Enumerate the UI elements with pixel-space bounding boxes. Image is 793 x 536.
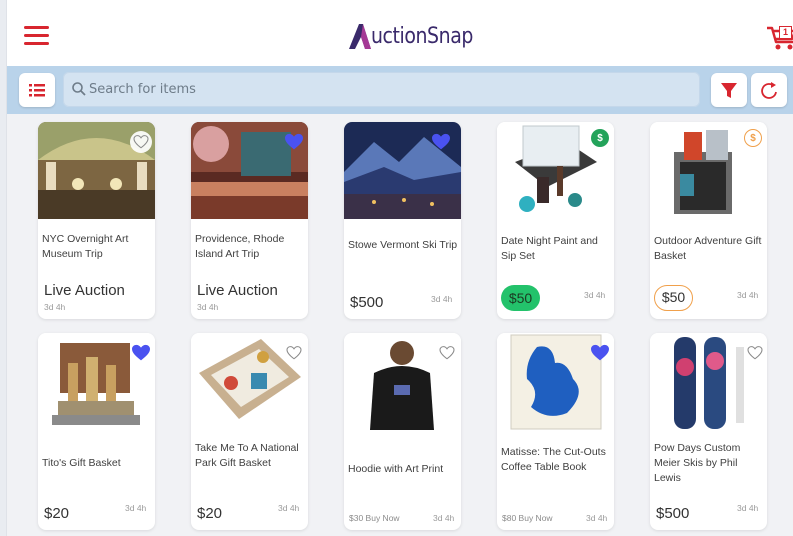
item-title: Stowe Vermont Ski Trip <box>348 239 458 251</box>
item-buy-now[interactable]: $30 Buy Now <box>349 513 400 523</box>
badge-text: $ <box>597 132 603 144</box>
item-title: Hoodie with Art Print <box>348 463 444 475</box>
item-time-left: 3d 4h <box>278 503 300 513</box>
item-title: Date Night Paint and Sip Set <box>501 235 598 262</box>
logo-a-icon <box>349 24 371 49</box>
cart-count-badge: 1 <box>779 26 792 39</box>
item-title: Outdoor Adventure Gift Basket <box>654 235 762 262</box>
app-logo[interactable]: uctionSnap <box>347 19 490 53</box>
logo-text: uctionSnap <box>371 23 473 49</box>
menu-icon[interactable] <box>24 26 49 46</box>
item-price-pill[interactable]: $50 <box>501 285 540 311</box>
list-view-button[interactable] <box>19 73 55 107</box>
item-title: Matisse: The Cut-Outs Coffee Table Book <box>501 446 606 473</box>
item-time-left: 3d 4h <box>431 294 453 304</box>
list-icon <box>29 84 45 97</box>
item-title: Pow Days Custom Meier Skis by Phil Lewis <box>654 442 741 484</box>
item-time-left: 3d 4h <box>584 290 606 300</box>
badge-text: $ <box>750 132 756 144</box>
item-time-left: 3d 4h <box>737 503 759 513</box>
item-time-left: 3d 4h <box>737 290 759 300</box>
cart-button[interactable]: 1 <box>765 22 793 52</box>
search-input[interactable] <box>87 72 687 107</box>
item-status: Live Auction <box>197 282 278 299</box>
item-card-titos-basket[interactable]: Tito's Gift Basket $20 3d 4h <box>38 333 155 530</box>
item-time-left: 3d 4h <box>125 503 147 513</box>
filter-icon <box>721 83 737 98</box>
dollar-badge-icon: $ <box>591 129 609 147</box>
item-card-providence-trip[interactable]: Providence, Rhode Island Art Trip Live A… <box>191 122 308 319</box>
item-time-left: 3d 4h <box>433 513 455 523</box>
item-title: Take Me To A National Park Gift Basket <box>195 442 299 469</box>
favorite-heart-icon[interactable] <box>430 131 452 153</box>
filter-button[interactable] <box>711 73 747 107</box>
refresh-icon <box>761 82 777 99</box>
item-title: Providence, Rhode Island Art Trip <box>195 233 285 260</box>
favorite-heart-icon[interactable] <box>130 342 152 364</box>
item-time-left: 3d 4h <box>586 513 608 523</box>
refresh-button[interactable] <box>751 73 787 107</box>
item-title: NYC Overnight Art Museum Trip <box>42 233 129 260</box>
search-box[interactable] <box>63 72 700 107</box>
item-card-nyc-art-trip[interactable]: NYC Overnight Art Museum Trip Live Aucti… <box>38 122 155 319</box>
item-price: $500 <box>350 294 384 311</box>
item-card-stowe-ski-trip[interactable]: Stowe Vermont Ski Trip $500 3d 4h <box>344 122 461 319</box>
favorite-heart-icon[interactable] <box>283 131 305 153</box>
item-buy-now[interactable]: $80 Buy Now <box>502 513 553 523</box>
favorite-heart-icon[interactable] <box>589 342 611 364</box>
favorite-heart-icon[interactable] <box>283 342 305 364</box>
top-bar: uctionSnap 1 <box>7 0 793 66</box>
item-status: Live Auction <box>44 282 125 299</box>
item-time-left: 3d 4h <box>197 302 219 312</box>
item-time-left: 3d 4h <box>44 302 66 312</box>
item-card-national-park-basket[interactable]: Take Me To A National Park Gift Basket $… <box>191 333 308 530</box>
item-card-paint-sip-set[interactable]: $ Date Night Paint and Sip Set $50 3d 4h <box>497 122 614 319</box>
favorite-heart-icon[interactable] <box>744 342 766 364</box>
app-frame: uctionSnap 1 Search for items NYC Overni… <box>6 0 793 536</box>
favorite-heart-icon[interactable] <box>436 342 458 364</box>
search-icon <box>72 82 86 96</box>
item-card-hoodie[interactable]: Hoodie with Art Print $30 Buy Now 3d 4h <box>344 333 461 530</box>
item-price-pill[interactable]: $50 <box>654 285 693 311</box>
item-price: $500 <box>656 505 690 522</box>
item-card-outdoor-basket[interactable]: $ Outdoor Adventure Gift Basket $50 3d 4… <box>650 122 767 319</box>
favorite-heart-icon[interactable] <box>130 131 152 153</box>
dollar-badge-icon: $ <box>744 129 762 147</box>
item-price: $20 <box>44 505 70 522</box>
item-title: Tito's Gift Basket <box>42 457 121 469</box>
item-card-meier-skis[interactable]: Pow Days Custom Meier Skis by Phil Lewis… <box>650 333 767 530</box>
item-card-matisse-book[interactable]: Matisse: The Cut-Outs Coffee Table Book … <box>497 333 614 530</box>
item-price: $20 <box>197 505 223 522</box>
